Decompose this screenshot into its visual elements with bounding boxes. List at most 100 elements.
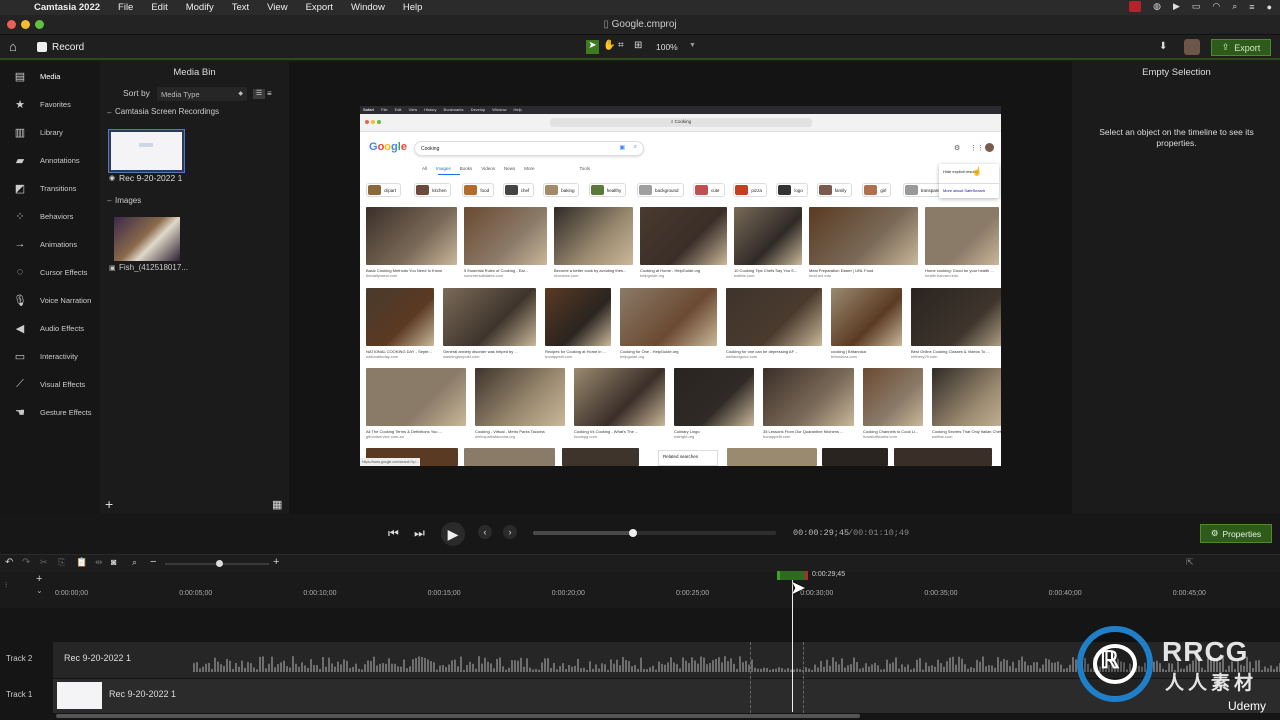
select-tool-icon[interactable]: ➤ xyxy=(586,40,599,54)
related-chip[interactable]: pizza xyxy=(733,183,767,197)
browser-close-icon[interactable] xyxy=(365,120,369,124)
safesearch-more-link[interactable]: More about SafeSearch xyxy=(943,188,985,193)
sidebar-item-audio-effects[interactable]: ◀ Audio Effects xyxy=(0,314,100,342)
recording-name[interactable]: Rec 9-20-2022 1 xyxy=(119,173,182,183)
browser-menu-item[interactable]: Window xyxy=(492,107,506,112)
image-result[interactable] xyxy=(932,368,1001,426)
image-result[interactable] xyxy=(674,368,754,426)
google-tab-news[interactable]: News xyxy=(504,166,515,171)
spotlight-icon[interactable]: ⌕ xyxy=(1232,1,1237,12)
menu-view[interactable]: View xyxy=(267,2,287,13)
image-result[interactable] xyxy=(822,448,888,466)
sort-select[interactable]: Media Type ◆ xyxy=(157,87,247,101)
paste-icon[interactable]: 📋 xyxy=(76,557,87,568)
scrubber-track[interactable] xyxy=(533,529,776,537)
home-icon[interactable]: ⌂ xyxy=(9,39,17,54)
image-result[interactable] xyxy=(443,288,536,346)
browser-menu-item[interactable]: History xyxy=(424,107,436,112)
google-tab-images[interactable]: Images xyxy=(436,166,451,171)
battery-icon[interactable]: ▭ xyxy=(1192,1,1201,12)
grid-view-icon[interactable]: ▦ xyxy=(272,498,282,511)
next-marker-icon[interactable]: › xyxy=(503,525,517,539)
google-search-input[interactable]: Cooking ▣ ⌕ xyxy=(414,141,644,156)
pan-tool-icon[interactable]: ⊞ xyxy=(634,40,642,51)
play-button[interactable]: ▶ xyxy=(441,522,465,546)
split-icon[interactable]: ⇹ xyxy=(95,557,103,568)
sidebar-item-gesture-effects[interactable]: ☚ Gesture Effects xyxy=(0,398,100,426)
crop-tool-icon[interactable]: ⌗ xyxy=(618,40,624,51)
image-result[interactable] xyxy=(545,288,611,346)
previous-marker-icon[interactable]: ‹ xyxy=(478,525,492,539)
image-result[interactable] xyxy=(366,368,466,426)
google-logo[interactable]: Google xyxy=(369,141,407,153)
sidebar-item-voice-narration[interactable]: 🎙 Voice Narration xyxy=(0,286,100,314)
menu-help[interactable]: Help xyxy=(403,2,423,13)
hand-tool-icon[interactable]: ✋ xyxy=(603,40,615,51)
browser-address-bar[interactable]: ⌕ Cooking xyxy=(550,118,812,127)
list-view-icon[interactable]: ☰ xyxy=(253,89,265,99)
zoom-out-icon[interactable]: − xyxy=(150,556,156,568)
zoom-dropdown-icon[interactable]: ▼ xyxy=(689,42,696,49)
menu-export[interactable]: Export xyxy=(306,2,333,13)
wifi-icon[interactable]: ◠ xyxy=(1212,1,1220,12)
record-status-icon[interactable] xyxy=(1129,1,1142,12)
sidebar-item-library[interactable]: ▥ Library xyxy=(0,118,100,146)
image-result[interactable] xyxy=(925,207,999,265)
related-chip[interactable]: cute xyxy=(693,183,725,197)
add-media-icon[interactable]: + xyxy=(105,496,113,512)
browser-menu-item[interactable]: View xyxy=(408,107,417,112)
menu-text[interactable]: Text xyxy=(232,2,249,13)
properties-button[interactable]: ⚙ Properties xyxy=(1200,524,1272,543)
collapse-tracks-icon[interactable]: ⌄ xyxy=(36,586,43,595)
browser-menu-item[interactable]: Edit xyxy=(395,107,402,112)
related-chip[interactable]: family xyxy=(816,183,852,197)
related-chip[interactable]: logo xyxy=(776,183,808,197)
image-result[interactable] xyxy=(809,207,918,265)
menu-app[interactable]: Camtasia 2022 xyxy=(34,2,100,13)
browser-menu-item[interactable]: Develop xyxy=(471,107,486,112)
snapshot-camera-icon[interactable]: ◙ xyxy=(111,557,116,567)
menu-file[interactable]: File xyxy=(118,2,133,13)
zoom-in-icon[interactable]: + xyxy=(273,556,279,568)
globe-icon[interactable]: ◍ xyxy=(1153,1,1161,12)
sidebar-item-cursor-effects[interactable]: ◌ Cursor Effects xyxy=(0,258,100,286)
track-options-icon[interactable]: ⁝ xyxy=(5,581,7,589)
sidebar-item-transitions[interactable]: ◩ Transitions xyxy=(0,174,100,202)
undo-icon[interactable]: ↶ xyxy=(5,557,13,568)
sidebar-item-animations[interactable]: → Animations xyxy=(0,230,100,258)
browser-zoom-icon[interactable] xyxy=(377,120,381,124)
related-chip[interactable]: chef xyxy=(502,183,535,197)
search-icon[interactable]: ⌕ xyxy=(634,144,637,151)
apps-grid-icon[interactable]: ⋮⋮ xyxy=(970,144,984,152)
image-result[interactable] xyxy=(831,288,902,346)
image-result[interactable] xyxy=(726,288,822,346)
sort-order-icon[interactable]: ≡ xyxy=(267,89,272,98)
collapse-images-icon[interactable]: – xyxy=(107,196,111,205)
image-result[interactable] xyxy=(464,207,547,265)
timeline-zoom-handle[interactable] xyxy=(216,560,223,567)
browser-menu-item[interactable]: Help xyxy=(513,107,521,112)
step-back-icon[interactable]: ⏮ xyxy=(388,526,399,541)
add-track-icon[interactable]: + xyxy=(36,573,42,585)
related-chip[interactable]: food xyxy=(462,183,495,197)
sidebar-item-annotations[interactable]: ▰ Annotations xyxy=(0,146,100,174)
image-result[interactable] xyxy=(574,368,665,426)
image-result[interactable] xyxy=(894,448,992,466)
menu-edit[interactable]: Edit xyxy=(151,2,167,13)
track-2-name[interactable]: Track 2 xyxy=(6,654,32,663)
timeline-ruler[interactable]: + ⁝ ⌄ 0:00:00;00 0:00:05;00 0:00:10;00 0:00… xyxy=(0,571,1280,608)
avatar[interactable] xyxy=(1184,39,1200,55)
google-tab-videos[interactable]: Videos xyxy=(481,166,495,171)
settings-gear-icon[interactable]: ⚙ xyxy=(954,144,960,152)
browser-minimize-icon[interactable] xyxy=(371,120,375,124)
fish-image-thumbnail[interactable] xyxy=(114,217,180,261)
image-result[interactable] xyxy=(554,207,633,265)
image-result[interactable] xyxy=(366,207,457,265)
recording-thumbnail[interactable] xyxy=(108,129,185,173)
export-button[interactable]: ⇪ Export xyxy=(1211,39,1271,56)
browser-menu-item[interactable]: Safari xyxy=(363,107,374,112)
related-chip[interactable]: kitchen xyxy=(414,183,452,197)
timeline-zoom-slider[interactable] xyxy=(165,560,269,567)
detach-timeline-icon[interactable]: ⇱ xyxy=(1186,557,1194,568)
download-icon[interactable]: ⬇ xyxy=(1159,41,1167,52)
